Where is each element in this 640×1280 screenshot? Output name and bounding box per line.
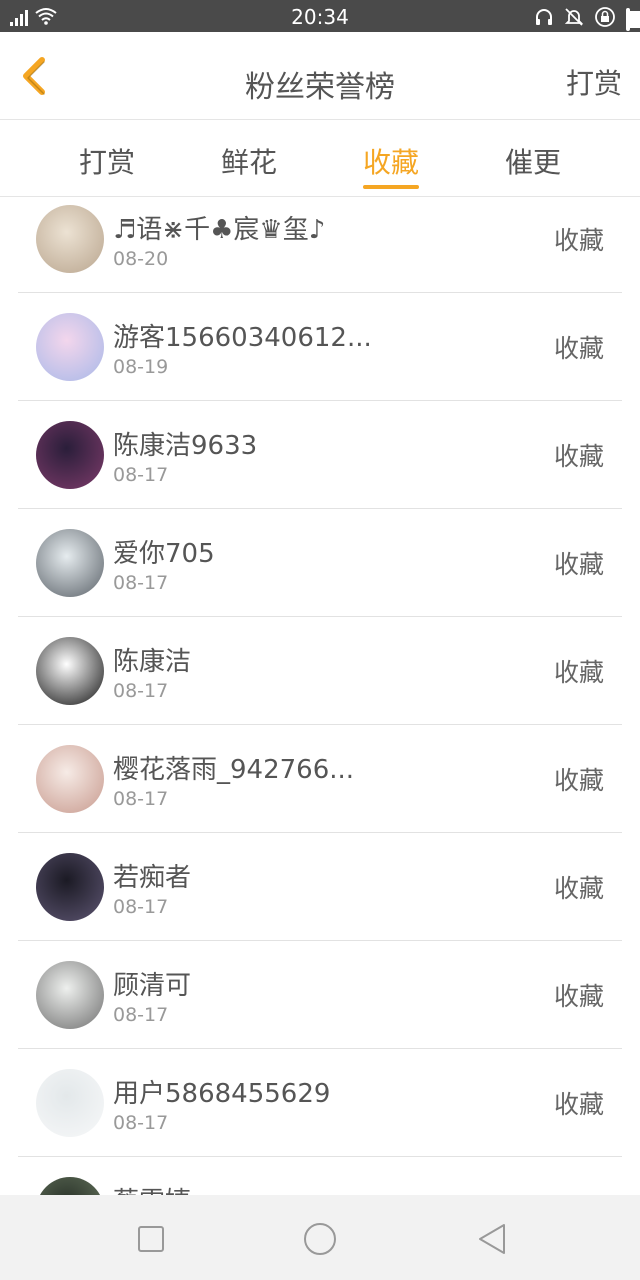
avatar[interactable] [36, 421, 104, 489]
user-name: 陈康洁9633 [113, 431, 258, 461]
tab-favorites[interactable]: 收藏 [320, 141, 462, 181]
user-name: 游客15660340612... [113, 323, 372, 353]
favorite-label: 收藏 [553, 550, 604, 579]
tab-bar: 打赏 鲜花 收藏 催更 [0, 121, 640, 197]
user-name: 陈康洁 [113, 647, 192, 677]
tab-flowers[interactable]: 鲜花 [178, 141, 320, 181]
bell-off-icon [564, 7, 584, 31]
user-name: 樱花落雨_942766... [113, 755, 355, 785]
list-item[interactable]: 游客15660340612... 08-19 收藏 [18, 293, 622, 401]
favorite-label: 收藏 [553, 334, 604, 363]
avatar[interactable] [36, 529, 104, 597]
user-name: ♬语⋇千♣宸♛玺♪ [113, 215, 326, 245]
list-item[interactable]: 爱你705 08-17 收藏 [18, 509, 622, 617]
user-name: 若痴者 [113, 863, 192, 893]
status-bar: 20:34 [0, 0, 640, 32]
list-item[interactable]: 顾清可 08-17 收藏 [18, 941, 622, 1049]
favorite-date: 08-19 [113, 356, 169, 378]
avatar[interactable] [36, 1177, 104, 1195]
list-item[interactable]: 樱花落雨_942766... 08-17 收藏 [18, 725, 622, 833]
list-item[interactable]: 用户5868455629 08-17 收藏 [18, 1049, 622, 1157]
favorite-date: 08-17 [113, 1112, 169, 1134]
recent-apps-icon [138, 1226, 164, 1252]
favorite-date: 08-17 [113, 1004, 169, 1026]
home-icon [304, 1223, 336, 1255]
favorite-label: 收藏 [553, 658, 604, 687]
avatar[interactable] [36, 205, 104, 273]
user-name: 用户5868455629 [113, 1079, 331, 1109]
page-title: 粉丝荣誉榜 [245, 70, 395, 105]
avatar[interactable] [36, 637, 104, 705]
favorite-date: 08-17 [113, 464, 169, 486]
avatar[interactable] [36, 1069, 104, 1137]
favorite-label: 收藏 [553, 874, 604, 903]
list-item[interactable]: 陈康洁 08-17 收藏 [18, 617, 622, 725]
nav-back-button[interactable] [470, 1217, 514, 1261]
avatar[interactable] [36, 745, 104, 813]
avatar[interactable] [36, 313, 104, 381]
list-item[interactable]: 陈康洁9633 08-17 收藏 [18, 401, 622, 509]
favorite-label: 收藏 [553, 442, 604, 471]
user-name: 蔡雷婕 [113, 1181, 191, 1195]
lock-rotation-icon [594, 6, 616, 32]
headphones-icon [534, 7, 554, 31]
recent-apps-button[interactable] [129, 1217, 173, 1261]
list-item[interactable]: 蔡雷婕 [18, 1157, 622, 1195]
favorite-date: 08-17 [113, 896, 169, 918]
active-tab-indicator [363, 185, 419, 189]
favorite-label: 收藏 [553, 1090, 604, 1119]
favorite-label: 收藏 [553, 766, 604, 795]
avatar[interactable] [36, 961, 104, 1029]
favorite-date: 08-17 [113, 572, 169, 594]
favorite-date: 08-17 [113, 788, 169, 810]
avatar[interactable] [36, 853, 104, 921]
list-item[interactable]: 若痴者 08-17 收藏 [18, 833, 622, 941]
back-icon [479, 1224, 505, 1254]
list-item[interactable]: ♬语⋇千♣宸♛玺♪ 08-20 收藏 [18, 197, 622, 293]
app-header: 粉丝荣誉榜 打赏 [0, 32, 640, 120]
favorite-label: 收藏 [553, 982, 604, 1011]
tab-urge-update[interactable]: 催更 [462, 141, 604, 181]
favorite-date: 08-20 [113, 248, 169, 270]
fans-list[interactable]: ♬语⋇千♣宸♛玺♪ 08-20 收藏 游客15660340612... 08-19 收藏陈… [0, 197, 640, 1195]
favorite-date: 08-17 [113, 680, 169, 702]
tab-reward[interactable]: 打赏 [36, 141, 178, 181]
system-nav-bar [0, 1195, 640, 1280]
home-button[interactable] [298, 1217, 342, 1261]
favorite-label: 收藏 [553, 226, 604, 255]
user-name: 顾清可 [113, 971, 192, 1001]
battery-icon [626, 7, 640, 31]
user-name: 爱你705 [113, 539, 215, 569]
reward-button[interactable]: 打赏 [566, 62, 622, 102]
